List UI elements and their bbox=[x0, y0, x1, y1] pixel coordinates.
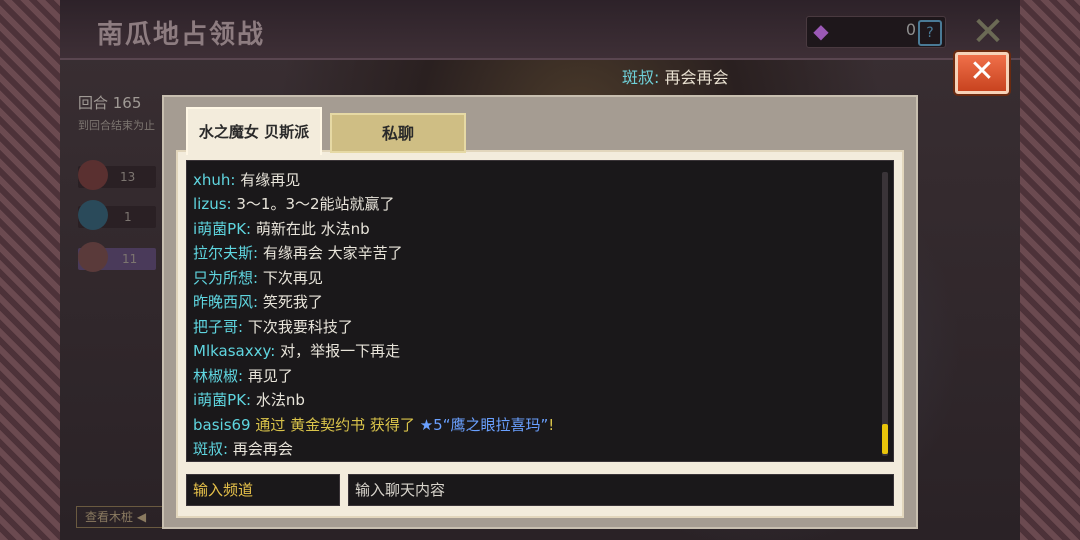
chat-message: Mlkasaxxy: 对，举报一下再走 bbox=[193, 340, 400, 362]
chat-message: 林椒椒: 再见了 bbox=[193, 365, 293, 387]
team-score: 1 bbox=[124, 210, 132, 224]
tab-private-chat[interactable]: 私聊 bbox=[330, 113, 466, 153]
announcement-message: 再会再会 bbox=[664, 68, 729, 87]
message-user[interactable]: 斑叔: bbox=[193, 440, 228, 458]
round-label: 回合 165 bbox=[78, 94, 142, 112]
message-user[interactable]: Mlkasaxxy: bbox=[193, 342, 275, 360]
message-user[interactable]: lizus: bbox=[193, 195, 232, 213]
chat-message: lizus: 3～1。3～2能站就赢了 bbox=[193, 193, 395, 215]
chat-scroll-thumb[interactable] bbox=[882, 424, 888, 454]
message-text: 笑死我了 bbox=[262, 293, 323, 311]
message-text: 再见了 bbox=[247, 367, 293, 385]
game-title: 南瓜地占领战 bbox=[97, 20, 266, 50]
message-text: 有缘再见 bbox=[240, 171, 301, 189]
team-avatar-icon bbox=[78, 160, 108, 190]
chat-message: xhuh: 有缘再见 bbox=[193, 169, 300, 191]
message-text: 对，举报一下再走 bbox=[280, 342, 401, 360]
chat-message: 拉尔夫斯: 有缘再会 大家辛苦了 bbox=[193, 242, 403, 264]
view-stake-button[interactable]: 查看木桩 ◀ bbox=[76, 506, 166, 528]
message-user[interactable]: xhuh: bbox=[193, 171, 235, 189]
message-text: 有缘再会 大家辛苦了 bbox=[262, 244, 403, 262]
currency-value: 0 bbox=[905, 20, 916, 39]
message-text: 再会再会 bbox=[232, 440, 293, 458]
team-score: 11 bbox=[122, 252, 138, 266]
chat-message: i萌菌PK: 水法nb bbox=[193, 389, 305, 411]
crystal-icon: ◆ bbox=[813, 19, 829, 43]
chat-message: 斑叔: 再会再会 bbox=[193, 438, 293, 460]
announcement-user: 斑叔: bbox=[622, 68, 660, 87]
team-avatar-icon bbox=[78, 242, 108, 272]
message-user[interactable]: 林椒椒: bbox=[193, 367, 243, 385]
item-link[interactable]: ★5“鹰之眼拉喜玛” bbox=[420, 416, 549, 434]
message-text: 萌新在此 水法nb bbox=[255, 220, 370, 238]
right-border bbox=[1020, 0, 1080, 540]
message-text: 水法nb bbox=[255, 391, 305, 409]
message-text: 下次我要科技了 bbox=[247, 318, 353, 336]
chat-message: 把子哥: 下次我要科技了 bbox=[193, 316, 353, 338]
close-button[interactable]: ✕ bbox=[955, 52, 1009, 94]
message-user[interactable]: 只为所想: bbox=[193, 269, 258, 287]
round-sub-label: 到回合结束为止（ bbox=[78, 119, 166, 132]
question-icon[interactable]: ? bbox=[918, 20, 942, 46]
message-text: 下次再见 bbox=[262, 269, 323, 287]
channel-input[interactable]: 输入频道 bbox=[186, 474, 340, 506]
system-text: 通过 黄金契约书 获得了 bbox=[255, 416, 415, 434]
team-score: 13 bbox=[120, 170, 136, 184]
message-user[interactable]: basis69 bbox=[193, 416, 251, 434]
message-user[interactable]: 拉尔夫斯: bbox=[193, 244, 258, 262]
chat-message: 只为所想: 下次再见 bbox=[193, 267, 323, 289]
message-text: 3～1。3～2能站就赢了 bbox=[236, 195, 395, 213]
background-close-icon[interactable]: ✕ bbox=[968, 12, 1008, 52]
chat-message: 昨晚西风: 笑死我了 bbox=[193, 291, 323, 313]
chat-input[interactable]: 输入聊天内容 bbox=[348, 474, 894, 506]
chat-scrollbar[interactable] bbox=[882, 172, 888, 456]
message-user[interactable]: i萌菌PK: bbox=[193, 391, 251, 409]
announcement: 斑叔: 再会再会 bbox=[622, 64, 729, 88]
system-message: basis69 通过 黄金契约书 获得了 ★5“鹰之眼拉喜玛”! bbox=[193, 414, 554, 436]
message-user[interactable]: 昨晚西风: bbox=[193, 293, 258, 311]
left-border bbox=[0, 0, 60, 540]
tab-channel[interactable]: 水之魔女 贝斯派 bbox=[186, 107, 322, 155]
message-user[interactable]: 把子哥: bbox=[193, 318, 243, 336]
team-avatar-icon bbox=[78, 200, 108, 230]
message-user[interactable]: i萌菌PK: bbox=[193, 220, 251, 238]
chat-message: i萌菌PK: 萌新在此 水法nb bbox=[193, 218, 370, 240]
system-text-end: ! bbox=[548, 416, 555, 434]
